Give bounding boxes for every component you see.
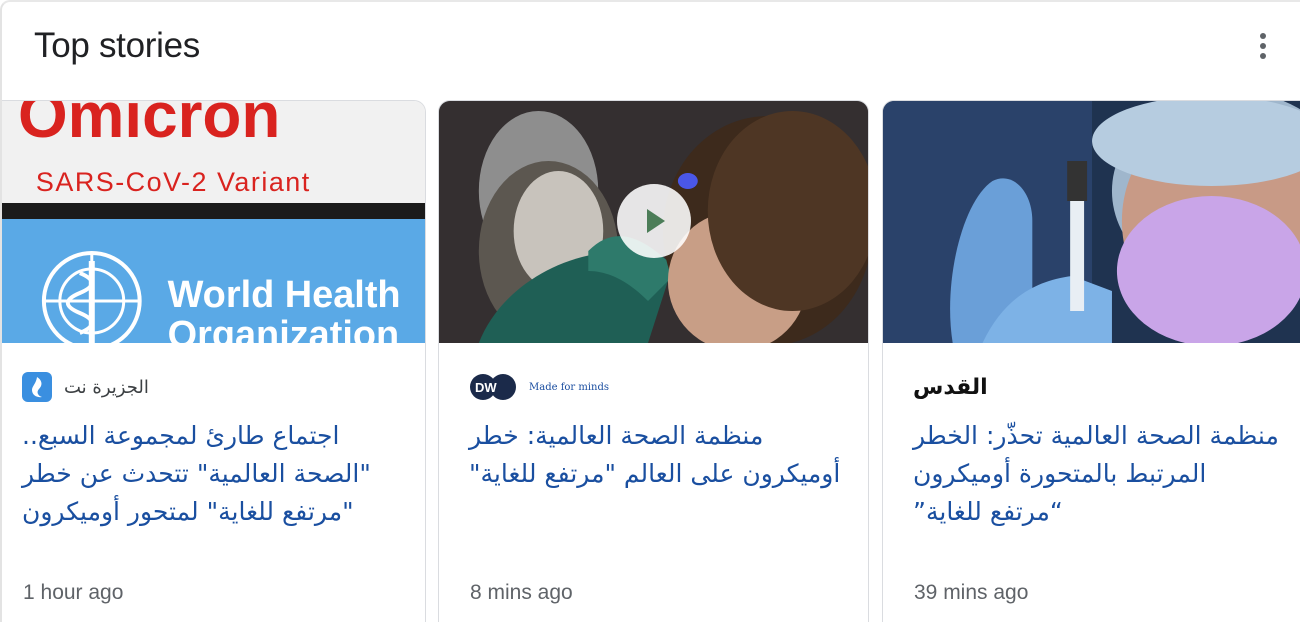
story-card-3[interactable]: القدس منظمة الصحة العالمية تحذّر: الخطر … [882, 100, 1300, 622]
story-source: القدس [913, 371, 988, 403]
story-thumbnail [883, 101, 1300, 343]
story-time: 8 mins ago [470, 581, 573, 604]
story-source: الجزيرة نت [22, 371, 149, 403]
section-title: Top stories [34, 26, 200, 65]
headline-line: المرتبط بالمتحورة أوميكرون [913, 459, 1207, 488]
story-source: DW Made for minds [469, 371, 609, 403]
story-time: 39 mins ago [914, 581, 1029, 604]
source-name: الجزيرة نت [64, 376, 149, 398]
headline-line: "الصحة العالمية" تتحدث عن خطر [22, 459, 371, 488]
omicron-text: Omicron [18, 101, 280, 151]
variant-text: SARS-CoV-2 Variant [36, 167, 311, 197]
headline-line: "مرتفع للغاية" لمتحور أوميكرون [22, 497, 354, 526]
story-card-2[interactable]: DW Made for minds منظمة الصحة العالمية: … [438, 100, 869, 622]
story-headline[interactable]: منظمة الصحة العالمية: خطر أوميكرون على ا… [469, 417, 850, 493]
aljazeera-logo-icon [22, 372, 52, 402]
headline-line: اجتماع طارئ لمجموعة السبع.. [22, 421, 340, 450]
story-card-1[interactable]: Omicron SARS-CoV-2 Variant World Health … [2, 100, 426, 622]
headline-line: منظمة الصحة العالمية: خطر [469, 421, 764, 450]
play-button[interactable] [617, 184, 691, 258]
story-headline[interactable]: اجتماع طارئ لمجموعة السبع.. "الصحة العال… [22, 417, 407, 531]
svg-text:DW: DW [475, 380, 497, 395]
story-time: 1 hour ago [23, 581, 124, 604]
alquds-logo-icon: القدس [913, 374, 988, 400]
who-text-2: Organization [168, 314, 400, 343]
top-stories-panel: Top stories Omicron SARS-CoV-2 Variant W… [0, 0, 1300, 622]
play-icon [647, 209, 665, 233]
headline-line: “مرتفع للغاية” [913, 497, 1063, 526]
story-headline[interactable]: منظمة الصحة العالمية تحذّر: الخطر المرتب… [913, 417, 1300, 531]
headline-line: منظمة الصحة العالمية تحذّر: الخطر [913, 421, 1279, 450]
source-tagline: Made for minds [529, 381, 610, 393]
who-text-1: World Health [168, 274, 401, 316]
more-vert-icon[interactable] [1251, 28, 1275, 64]
dw-logo-icon: DW [469, 373, 517, 401]
story-thumbnail: Omicron SARS-CoV-2 Variant World Health … [2, 101, 425, 343]
headline-line: أوميكرون على العالم "مرتفع للغاية" [469, 459, 841, 488]
